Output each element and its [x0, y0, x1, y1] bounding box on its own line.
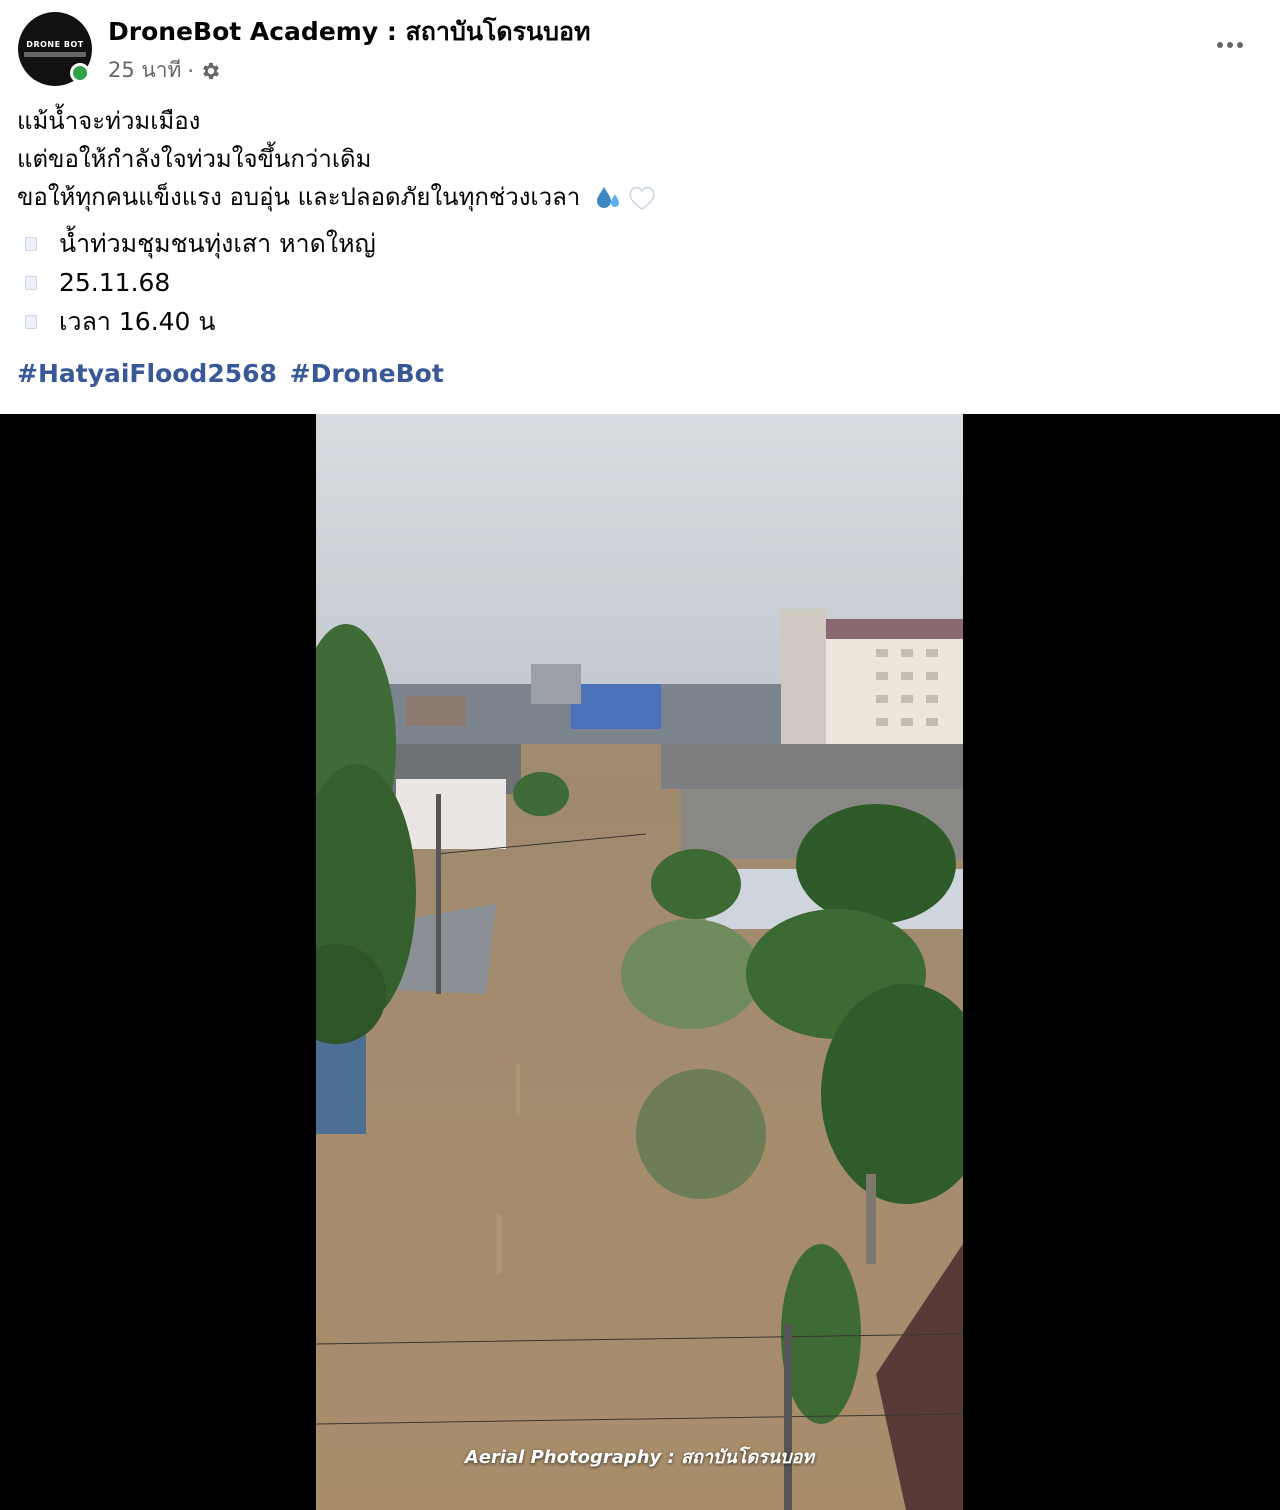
meta-separator: ·: [187, 58, 195, 83]
post-timestamp[interactable]: 25 นาที: [108, 54, 181, 87]
list-item: 25.11.68: [17, 263, 1257, 302]
post-line: แต่ขอให้กำลังใจท่วมใจขึ้นกว่าเดิม: [17, 145, 372, 173]
more-dot: [1217, 42, 1223, 48]
avatar-logo-text: DRONE BOT: [26, 40, 84, 49]
post-line: แม้น้ำจะท่วมเมือง: [17, 107, 201, 135]
post-meta: 25 นาที ·: [108, 54, 222, 87]
dronebot-logo: DRONE BOT: [24, 40, 86, 57]
post-header: DRONE BOT DroneBot Academy : สถาบันโดรนบ…: [0, 0, 1280, 100]
info-list: น้ำท่วมชุมชนทุ่งเสา หาดใหญ่ 25.11.68 เวล…: [17, 224, 1257, 341]
hashtag-link[interactable]: #HatyaiFlood2568: [17, 359, 277, 388]
video-frame[interactable]: Aerial Photography : สถาบันโดรนบอท: [316, 414, 963, 1510]
list-item-text: 25.11.68: [59, 268, 171, 297]
hashtags: #HatyaiFlood2568 #DroneBot: [17, 359, 1257, 388]
more-dot: [1227, 42, 1233, 48]
hashtag-link[interactable]: #DroneBot: [290, 359, 444, 388]
bullet-icon: [25, 314, 37, 329]
list-item-text: เวลา 16.40 น: [59, 306, 216, 336]
page-name-link[interactable]: DroneBot Academy : สถาบันโดรนบอท: [108, 12, 590, 52]
gear-icon[interactable]: [200, 60, 222, 82]
avatar-logo-bar: [24, 52, 86, 57]
post-line-with-emoji: ขอให้ทุกคนแข็งแรง อบอุ่น และปลอดภัยในทุก…: [17, 178, 1257, 216]
more-options-button[interactable]: [1212, 30, 1248, 60]
post-text: แม้น้ำจะท่วมเมือง แต่ขอให้กำลังใจท่วมใจข…: [17, 102, 1257, 388]
online-status-icon: [70, 63, 90, 83]
video-caption: Aerial Photography : สถาบันโดรนบอท: [464, 1447, 815, 1468]
droplets-icon: [596, 187, 619, 208]
list-item-text: น้ำท่วมชุมชนทุ่งเสา หาดใหญ่: [59, 228, 376, 258]
white-heart-icon: [629, 186, 655, 210]
list-item: น้ำท่วมชุมชนทุ่งเสา หาดใหญ่: [17, 224, 1257, 263]
bullet-icon: [25, 236, 37, 251]
list-item: เวลา 16.40 น: [17, 302, 1257, 341]
bullet-icon: [25, 275, 37, 290]
flood-aerial-image: [316, 414, 963, 1510]
post-line-text: ขอให้ทุกคนแข็งแรง อบอุ่น และปลอดภัยในทุก…: [17, 183, 581, 211]
more-dot: [1237, 42, 1243, 48]
video-player[interactable]: Aerial Photography : สถาบันโดรนบอท: [0, 414, 1280, 1510]
